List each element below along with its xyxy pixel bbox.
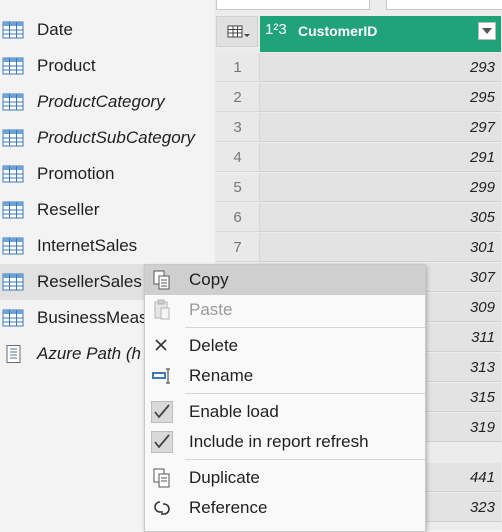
query-item-productsubcategory[interactable]: ProductSubCategory bbox=[0, 120, 212, 156]
query-label: InternetSales bbox=[37, 236, 138, 255]
table-icon bbox=[2, 93, 24, 111]
menu-item-reference[interactable]: Reference bbox=[145, 493, 425, 523]
table-row: 5 299 bbox=[216, 173, 502, 203]
row-number[interactable]: 5 bbox=[216, 173, 260, 202]
query-label: ProductSubCategory bbox=[37, 128, 195, 147]
cell-value[interactable]: 291 bbox=[260, 143, 501, 172]
menu-separator bbox=[185, 393, 425, 394]
menu-item-label: Copy bbox=[189, 270, 229, 289]
table-row: 7 301 bbox=[216, 233, 502, 263]
close-icon bbox=[155, 339, 167, 351]
query-label: ResellerSales bbox=[37, 272, 142, 291]
query-label: Reseller bbox=[37, 200, 100, 219]
table-row: 6 305 bbox=[216, 203, 502, 233]
table-icon bbox=[2, 237, 24, 255]
cell-value[interactable]: 295 bbox=[260, 83, 501, 112]
query-label: Date bbox=[37, 20, 73, 39]
row-number[interactable]: 1 bbox=[216, 53, 260, 82]
query-item-date[interactable]: Date bbox=[0, 12, 212, 48]
query-label: Product bbox=[37, 56, 96, 75]
table-row: 3 297 bbox=[216, 113, 502, 143]
menu-item-enable-load[interactable]: Enable load bbox=[145, 397, 425, 427]
table-row: 1 293 bbox=[216, 53, 502, 83]
table-row: 4 291 bbox=[216, 143, 502, 173]
menu-item-rename[interactable]: Rename bbox=[145, 361, 425, 391]
menu-item-label: Duplicate bbox=[189, 468, 260, 487]
reference-link-icon bbox=[154, 501, 170, 515]
table-icon bbox=[2, 129, 24, 147]
cell-value[interactable]: 297 bbox=[260, 113, 501, 142]
menu-item-duplicate[interactable]: Duplicate bbox=[145, 463, 425, 493]
query-label: Azure Path (h bbox=[37, 344, 141, 363]
menu-item-delete[interactable]: Delete bbox=[145, 331, 425, 361]
row-number[interactable]: 6 bbox=[216, 203, 260, 232]
query-label: Promotion bbox=[37, 164, 115, 183]
column-quality-bar bbox=[260, 47, 501, 52]
table-menu-icon bbox=[227, 25, 250, 38]
row-number[interactable]: 2 bbox=[216, 83, 260, 112]
query-item-reseller[interactable]: Reseller bbox=[0, 192, 212, 228]
menu-item-label: Paste bbox=[189, 300, 233, 319]
query-label: ProductCategory bbox=[37, 92, 165, 111]
query-item-internetsales[interactable]: InternetSales bbox=[0, 228, 212, 264]
table-icon bbox=[2, 201, 24, 219]
table-icon bbox=[2, 309, 24, 327]
whole-number-type-icon[interactable]: 1²3 bbox=[265, 21, 287, 38]
toolbar-box bbox=[386, 0, 502, 10]
query-item-promotion[interactable]: Promotion bbox=[0, 156, 212, 192]
column-header-customerid[interactable]: 1²3 CustomerID bbox=[260, 16, 501, 47]
query-item-productcategory[interactable]: ProductCategory bbox=[0, 84, 212, 120]
copy-icon bbox=[153, 270, 170, 290]
query-label: BusinessMeas bbox=[37, 308, 148, 327]
menu-item-label: Rename bbox=[189, 366, 254, 385]
row-number[interactable]: 3 bbox=[216, 113, 260, 142]
column-name: CustomerID bbox=[298, 23, 378, 39]
table-icon bbox=[2, 165, 24, 183]
menu-separator bbox=[185, 327, 425, 328]
row-number[interactable]: 4 bbox=[216, 143, 260, 172]
cell-value[interactable]: 305 bbox=[260, 203, 501, 232]
checked-icon bbox=[151, 431, 173, 453]
table-icon bbox=[2, 273, 24, 291]
menu-separator bbox=[185, 459, 425, 460]
table-icon bbox=[2, 57, 24, 75]
cell-value[interactable]: 299 bbox=[260, 173, 501, 202]
checked-icon bbox=[151, 401, 173, 423]
table-row: 2 295 bbox=[216, 83, 502, 113]
menu-item-label: Include in report refresh bbox=[189, 432, 369, 451]
toolbar-box bbox=[216, 0, 370, 10]
menu-item-paste[interactable]: Paste bbox=[145, 295, 425, 325]
menu-item-label: Reference bbox=[189, 498, 268, 517]
row-number[interactable]: 7 bbox=[216, 233, 260, 262]
table-menu-button[interactable] bbox=[216, 16, 258, 47]
column-filter-dropdown[interactable] bbox=[478, 22, 496, 40]
menu-item-label: Enable load bbox=[189, 402, 279, 421]
rename-icon bbox=[152, 368, 170, 384]
cell-value[interactable]: 293 bbox=[260, 53, 501, 82]
cell-value[interactable]: 301 bbox=[260, 233, 501, 262]
menu-item-label: Delete bbox=[189, 336, 239, 355]
table-icon bbox=[2, 21, 24, 39]
grid-toolbar bbox=[214, 0, 502, 10]
menu-item-include-refresh[interactable]: Include in report refresh bbox=[145, 427, 425, 457]
duplicate-icon bbox=[153, 468, 170, 488]
query-item-product[interactable]: Product bbox=[0, 48, 212, 84]
parameter-icon bbox=[6, 345, 21, 363]
menu-item-copy[interactable]: Copy bbox=[145, 265, 425, 295]
paste-icon bbox=[154, 299, 170, 320]
query-context-menu: Copy Paste Delete Rename Enable load Inc… bbox=[144, 264, 426, 532]
